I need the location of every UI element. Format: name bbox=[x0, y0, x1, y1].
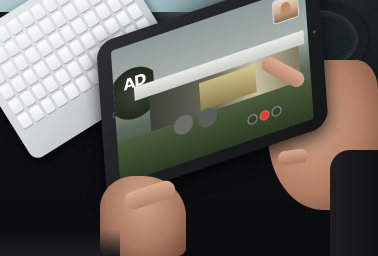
desk-shadow bbox=[0, 230, 120, 256]
self-view-face bbox=[280, 0, 291, 16]
front-camera bbox=[312, 29, 316, 34]
photo-scene: AD bbox=[0, 0, 378, 256]
sleeve bbox=[330, 150, 378, 256]
self-view-thumbnail[interactable] bbox=[272, 0, 299, 24]
